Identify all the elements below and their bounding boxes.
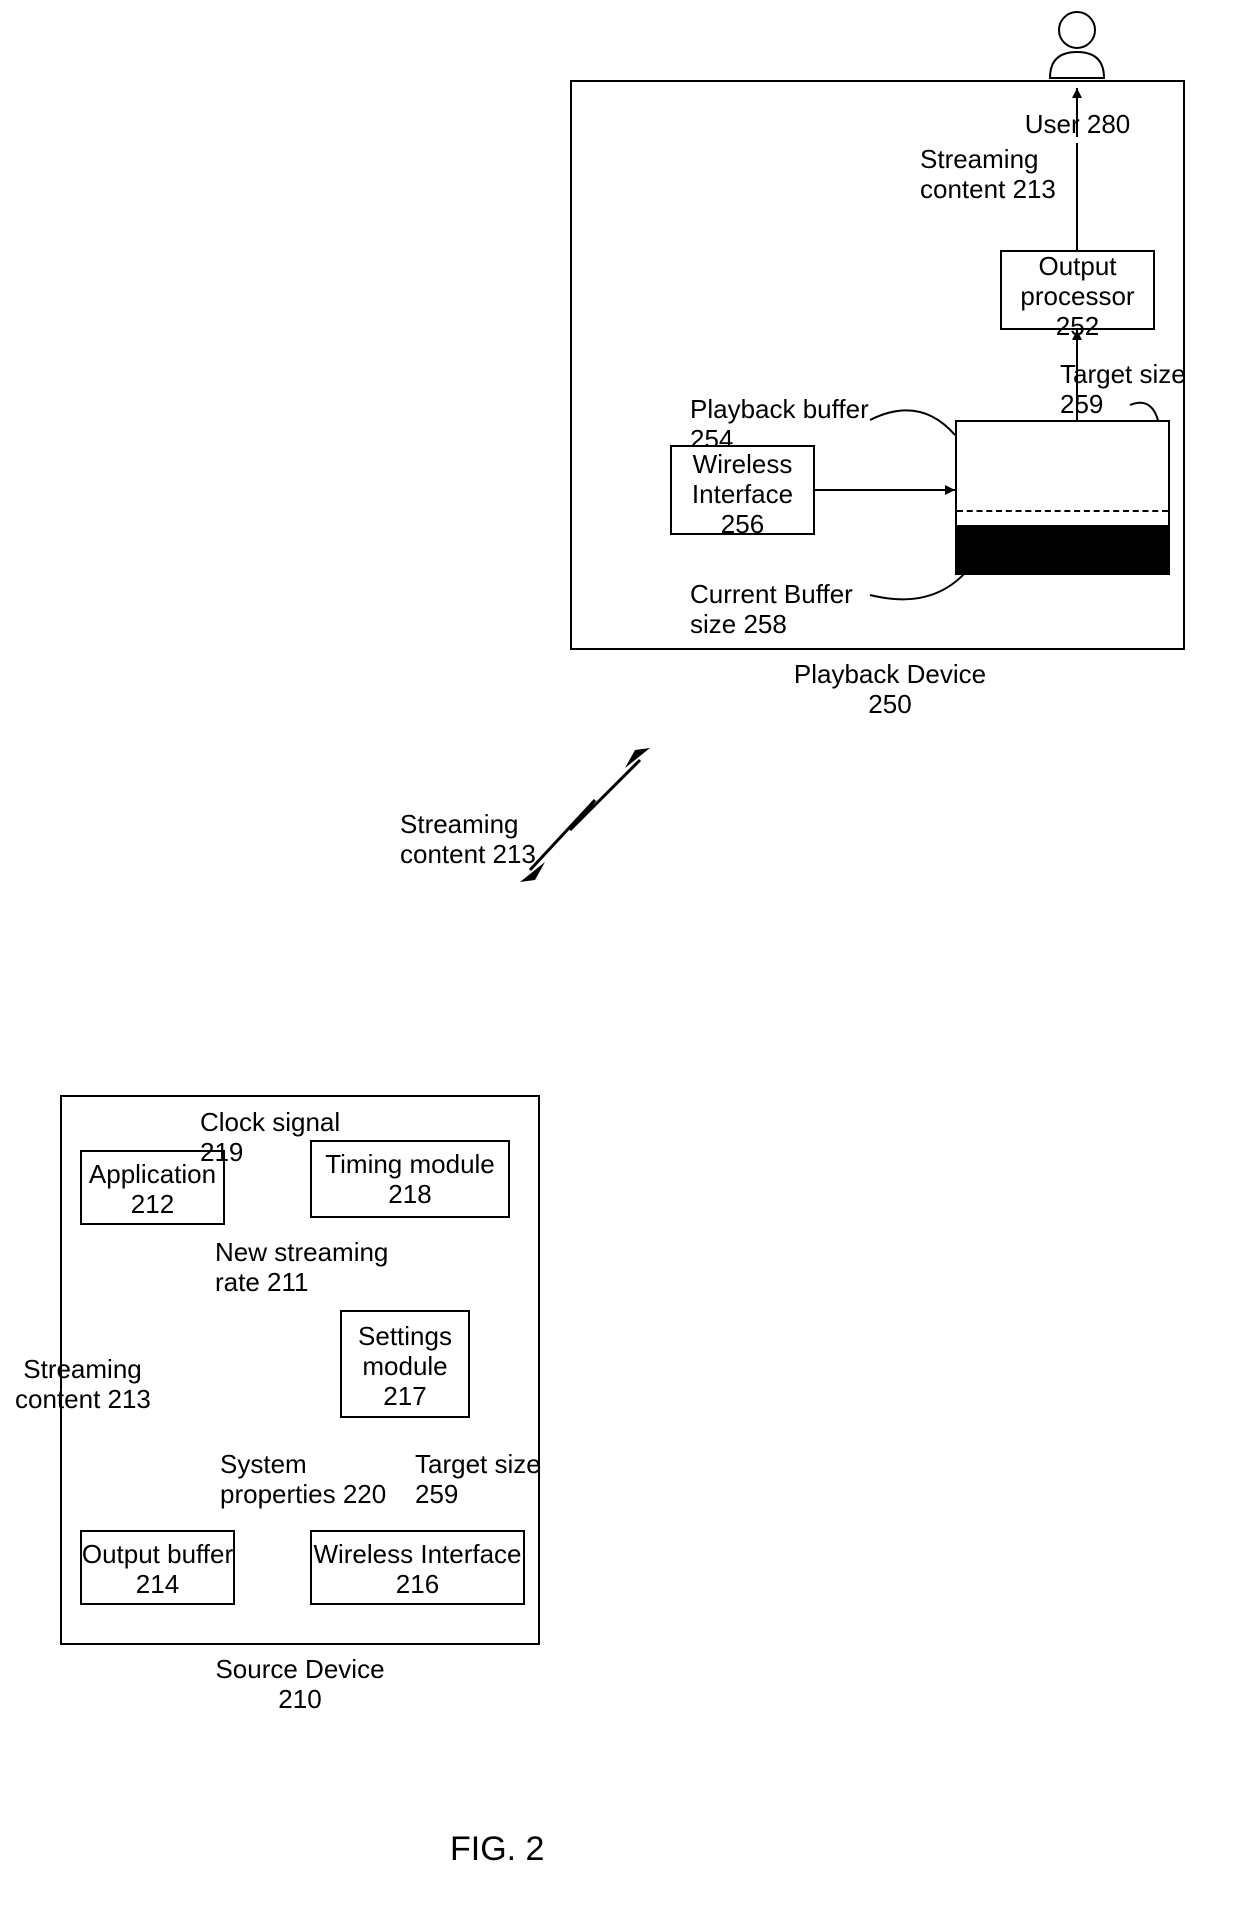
- settings-module-label: Settings module 217: [340, 1322, 470, 1412]
- output-buffer-label: Output buffer 214: [80, 1540, 235, 1600]
- figure-caption: FIG. 2: [450, 1830, 544, 1869]
- user-label: User 280: [990, 110, 1165, 140]
- output-processor-label: Output processor 252: [1000, 252, 1155, 342]
- system-properties-label: System properties 220: [220, 1450, 390, 1510]
- target-size-playback-label: Target size 259: [1060, 360, 1190, 420]
- streaming-content-between-label: Streaming content 213: [400, 810, 540, 870]
- wireless-interface-source-label: Wireless Interface 216: [310, 1540, 525, 1600]
- playback-device-title: Playback Device 250: [790, 660, 990, 720]
- clock-signal-label: Clock signal 219: [200, 1108, 350, 1168]
- wireless-interface-playback-label: Wireless Interface 256: [670, 450, 815, 540]
- streaming-content-source-label-2: Streaming content 213: [15, 1355, 150, 1415]
- current-buffer-size-label: Current Buffer size 258: [690, 580, 870, 640]
- target-size-source-label: Target size 259: [415, 1450, 545, 1510]
- source-device-title: Source Device 210: [200, 1655, 400, 1715]
- user-icon: [1050, 12, 1104, 78]
- new-streaming-rate-label: New streaming rate 211: [215, 1238, 395, 1298]
- application-label: Application 212: [80, 1160, 225, 1220]
- current-buffer-fill: [957, 525, 1168, 573]
- streaming-content-to-user-label: Streaming content 213: [920, 145, 1060, 205]
- target-size-line: [957, 510, 1168, 512]
